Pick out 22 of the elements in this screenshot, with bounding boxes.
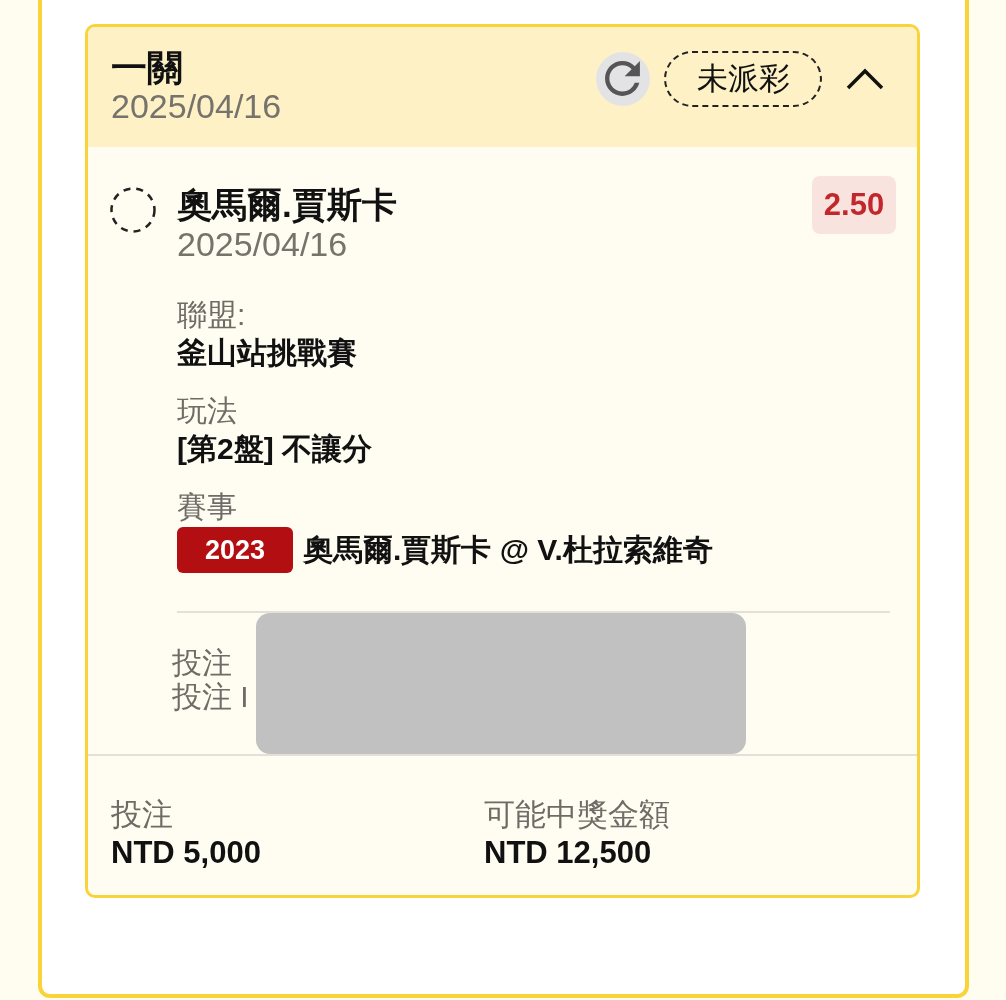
selection-date: 2025/04/16 bbox=[177, 225, 348, 263]
summary-value: NTD 12,500 bbox=[484, 834, 652, 872]
odds-badge: 2.50 bbox=[812, 176, 896, 234]
summary-label: 投注 bbox=[111, 796, 173, 834]
bet-date: 2025/04/16 bbox=[111, 87, 282, 125]
selection-name: 奧馬爾.賈斯卡 bbox=[177, 185, 397, 225]
bet-info-text: 投注 bbox=[172, 646, 232, 680]
refresh-icon bbox=[605, 61, 641, 97]
detail-value: 釜山站挑戰賽 bbox=[177, 335, 357, 371]
detail-label: 聯盟: bbox=[177, 297, 246, 333]
detail-label: 玩法 bbox=[177, 393, 237, 429]
summary-label: 可能中獎金額 bbox=[484, 796, 670, 834]
summary-value: NTD 5,000 bbox=[111, 834, 261, 872]
refresh-button[interactable] bbox=[596, 52, 650, 106]
chevron-up-icon[interactable] bbox=[845, 67, 885, 91]
bet-title: 一關 bbox=[111, 49, 183, 87]
number-tag: 2023 bbox=[177, 527, 293, 573]
bet-info-text: 投注 I bbox=[172, 680, 249, 714]
detail-label: 賽事 bbox=[177, 489, 237, 525]
match-name: 奧馬爾.賈斯卡 @ V.杜拉索維奇 bbox=[303, 532, 713, 568]
status-badge: 未派彩 bbox=[664, 51, 822, 107]
detail-value: [第2盤] 不讓分 bbox=[177, 431, 372, 467]
